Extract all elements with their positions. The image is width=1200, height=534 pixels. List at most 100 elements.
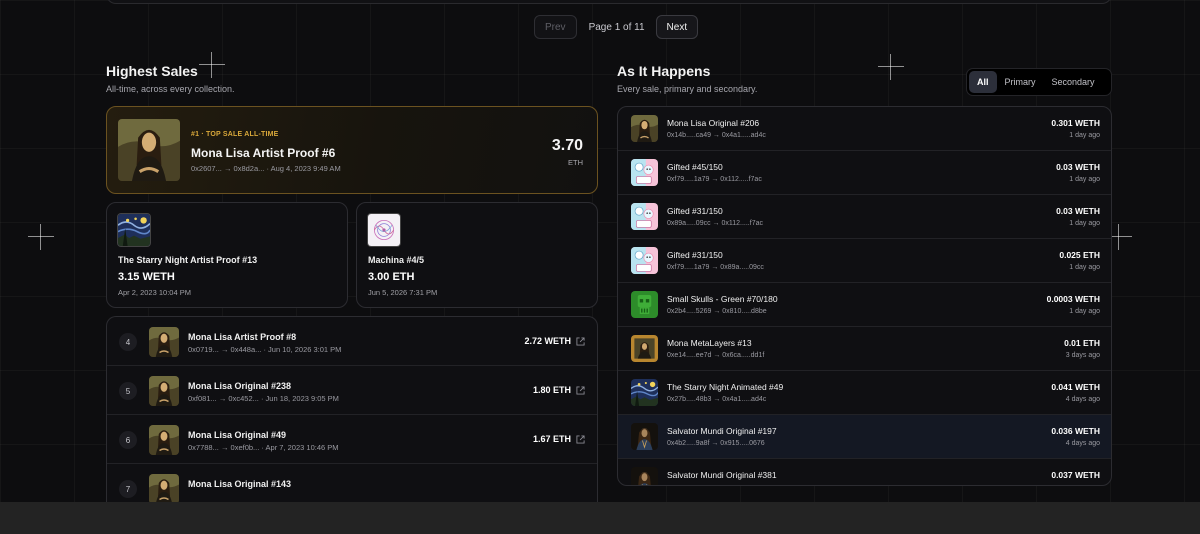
artwork-thumbnail <box>631 291 658 318</box>
top-sale-price: 3.70 <box>551 137 583 154</box>
sale-price: 1.67 ETH <box>532 434 571 444</box>
activity-feed: Mona Lisa Original #206 0x14b.....ca49 → … <box>617 106 1112 486</box>
rank-number: 7 <box>119 480 137 498</box>
table-row[interactable]: 4 Mona Lisa Artist Proof #8 0x0719... → … <box>107 317 597 366</box>
sale-name: The Starry Night Animated #49 <box>667 382 784 392</box>
artwork-thumbnail <box>631 115 658 142</box>
sale-addresses: 0x2b4.....5269 → 0x810.....d8be <box>667 308 767 315</box>
sale-meta: 0xf081... → 0xc452... · Jun 18, 2023 9:0… <box>188 394 339 403</box>
second-sale-date: Apr 2, 2023 10:04 PM <box>118 288 191 297</box>
highest-sales-subtitle: All-time, across every collection. <box>106 84 235 94</box>
sale-time: 3 days ago <box>1065 352 1100 359</box>
sale-name: Mona Lisa Artist Proof #8 <box>188 332 297 342</box>
sale-time: 4 days ago <box>1065 440 1100 447</box>
as-it-happens-subtitle: Every sale, primary and secondary. <box>617 84 758 94</box>
artwork-thumbnail <box>367 213 401 247</box>
tab-secondary[interactable]: Secondary <box>1044 71 1103 93</box>
sale-name: Mona Lisa Original #143 <box>188 479 292 489</box>
prev-page-button[interactable]: Prev <box>534 15 577 39</box>
artwork-thumbnail <box>149 327 179 357</box>
rank-number: 4 <box>119 333 137 351</box>
page-background: Prev Page 1 of 11 Next Highest Sales All… <box>0 0 1200 502</box>
sale-addresses: 0x27b.....48b3 → 0x4a1.....ad4c <box>667 396 767 403</box>
table-row[interactable]: 6 Mona Lisa Original #49 0x7788... → 0xe… <box>107 415 597 464</box>
table-row[interactable]: 7 Mona Lisa Original #143 <box>107 464 597 502</box>
sparkle-decoration <box>28 224 54 250</box>
top-sale-name: Mona Lisa Artist Proof #6 <box>191 146 336 160</box>
artwork-thumbnail <box>631 247 658 274</box>
external-link-icon[interactable] <box>576 337 585 346</box>
external-link-icon[interactable] <box>576 386 585 395</box>
sale-price: 0.01 ETH <box>1064 338 1100 348</box>
ranked-sales-list: 4 Mona Lisa Artist Proof #8 0x0719... → … <box>106 316 598 502</box>
top-sale-unit: ETH <box>568 158 583 167</box>
external-link-icon[interactable] <box>576 435 585 444</box>
sale-name: Salvator Mundi Original #381 <box>667 470 777 480</box>
tab-primary[interactable]: Primary <box>997 71 1044 93</box>
sale-name: Mona Lisa Original #206 <box>667 118 760 128</box>
third-sale-name: Machina #4/5 <box>368 255 425 265</box>
sale-addresses: 0x4b2.....9a8f → 0x915.....0676 <box>667 440 765 447</box>
list-item[interactable]: Small Skulls - Green #70/180 0x2b4.....52… <box>618 283 1111 327</box>
sale-time: 1 day ago <box>1069 132 1100 139</box>
sale-addresses: 0xf79.....1a79 → 0x89a.....09cc <box>667 264 764 271</box>
sale-name: Gifted #31/150 <box>667 206 723 216</box>
sale-name: Salvator Mundi Original #197 <box>667 426 777 436</box>
second-sale-price: 3.15 WETH <box>118 271 175 283</box>
artwork-thumbnail <box>149 425 179 455</box>
list-item[interactable]: Salvator Mundi Original #381 0.037 WETH <box>618 459 1111 485</box>
table-row[interactable]: 5 Mona Lisa Original #238 0xf081... → 0x… <box>107 366 597 415</box>
previous-section-card <box>106 0 1112 4</box>
sale-addresses: 0xf79.....1a79 → 0x112.....f7ac <box>667 176 762 183</box>
sale-time: 1 day ago <box>1069 220 1100 227</box>
sparkle-decoration <box>878 54 904 80</box>
next-page-button[interactable]: Next <box>655 15 699 39</box>
sale-price: 0.301 WETH <box>1051 118 1100 128</box>
second-sale-card[interactable]: The Starry Night Artist Proof #13 3.15 W… <box>106 202 348 308</box>
sale-time: 1 day ago <box>1069 308 1100 315</box>
artwork-thumbnail <box>117 213 151 247</box>
sparkle-decoration <box>199 52 225 78</box>
sale-name: Mona Lisa Original #238 <box>188 381 292 391</box>
artwork-thumbnail <box>149 474 179 502</box>
sale-time: 1 day ago <box>1069 176 1100 183</box>
sale-price: 0.03 WETH <box>1056 162 1100 172</box>
artwork-thumbnail <box>631 335 658 362</box>
list-item[interactable]: Gifted #45/150 0xf79.....1a79 → 0x112....… <box>618 151 1111 195</box>
artwork-thumbnail <box>631 379 658 406</box>
artwork-thumbnail <box>118 119 180 181</box>
sale-addresses: 0xe14.....ee7d → 0x6ca.....dd1f <box>667 352 765 359</box>
list-item[interactable]: Mona MetaLayers #13 0xe14.....ee7d → 0x6c… <box>618 327 1111 371</box>
list-item[interactable]: Gifted #31/150 0xf79.....1a79 → 0x89a....… <box>618 239 1111 283</box>
tab-all[interactable]: All <box>969 71 997 93</box>
sale-meta: 0x0719... → 0x448a... · Jun 10, 2026 3:0… <box>188 345 342 354</box>
sale-addresses: 0x89a.....09cc → 0x112.....f7ac <box>667 220 763 227</box>
list-item[interactable]: Gifted #31/150 0x89a.....09cc → 0x112....… <box>618 195 1111 239</box>
sale-name: Gifted #31/150 <box>667 250 723 260</box>
sale-price: 0.036 WETH <box>1051 426 1100 436</box>
list-item[interactable]: Mona Lisa Original #206 0x14b.....ca49 → … <box>618 107 1111 151</box>
third-sale-date: Jun 5, 2026 7:31 PM <box>368 288 438 297</box>
sale-name: Mona Lisa Original #49 <box>188 430 287 440</box>
list-item[interactable]: The Starry Night Animated #49 0x27b.....4… <box>618 371 1111 415</box>
rank-number: 6 <box>119 431 137 449</box>
artwork-thumbnail <box>631 467 658 485</box>
second-sale-name: The Starry Night Artist Proof #13 <box>118 255 258 265</box>
sale-time: 4 days ago <box>1065 396 1100 403</box>
artwork-thumbnail <box>149 376 179 406</box>
sale-meta: 0x7788... → 0xef0b... · Apr 7, 2023 10:4… <box>188 443 339 452</box>
top-sale-card[interactable]: #1 · TOP SALE ALL-TIME Mona Lisa Artist … <box>106 106 598 194</box>
sale-name: Mona MetaLayers #13 <box>667 338 752 348</box>
footer-strip <box>0 502 1200 534</box>
sale-price: 1.80 ETH <box>532 385 571 395</box>
top-sale-badge: #1 · TOP SALE ALL-TIME <box>191 131 279 138</box>
sale-name: Gifted #45/150 <box>667 162 723 172</box>
sale-price: 0.0003 WETH <box>1046 294 1100 304</box>
artwork-thumbnail <box>631 159 658 186</box>
third-sale-card[interactable]: Machina #4/5 3.00 ETH Jun 5, 2026 7:31 P… <box>356 202 598 308</box>
sale-time: 1 day ago <box>1069 264 1100 271</box>
sale-name: Small Skulls - Green #70/180 <box>667 294 778 304</box>
list-item[interactable]: Salvator Mundi Original #197 0x4b2.....9a… <box>618 415 1111 459</box>
sale-price: 0.041 WETH <box>1051 382 1100 392</box>
feed-filter-tabs: All Primary Secondary <box>966 68 1112 96</box>
